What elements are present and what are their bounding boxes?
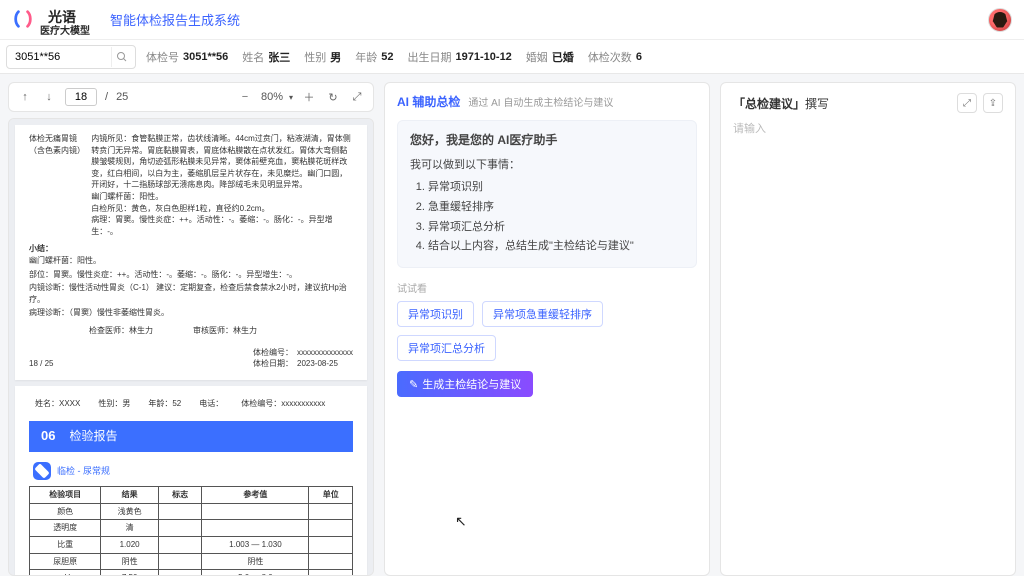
page-footer: 18 / 25 体检编号：xxxxxxxxxxxxxx 体检日期：2023-08… [29,347,353,370]
table-row: 比重1.0201.003 — 1.030 [30,536,353,553]
ai-header: AI 辅助总检 通过 AI 自动生成主检结论与建议 [397,93,697,110]
logo-icon [12,8,34,30]
cursor-icon: ↖ [455,513,467,530]
ai-title: AI 辅助总检 [397,93,460,110]
zoom-value: 80%▾ [261,91,293,103]
list-item: 异常项识别 [428,178,684,198]
table-header: 检验项目 [30,487,101,504]
summary-line: 部位：胃窦。慢性炎症：++。活动性：-。萎缩：-。肠化：-。异型增生：-。 [29,269,353,281]
page-total: 25 [116,91,128,103]
search-box[interactable] [6,45,136,69]
chevron-down-icon[interactable]: ▾ [289,93,293,102]
suggestion-chip[interactable]: 异常项急重缓轻排序 [482,301,603,327]
document-column: ↑ ↓ / 25 − 80%▾ ＋ ↻ ⤢ 体检无痛胃镜（含色素内镜） 内镜所见… [8,82,374,576]
main-layout: ↑ ↓ / 25 − 80%▾ ＋ ↻ ⤢ 体检无痛胃镜（含色素内镜） 内镜所见… [0,74,1024,576]
field-count: 体检次数6 [584,49,646,65]
zoom-in-icon[interactable]: ＋ [301,89,317,105]
doctor-signature: 检查医师：林生力 审核医师：林生力 [89,325,353,337]
logo: 光语 医疗大模型 [12,2,90,36]
summary-line: 病理诊断：（胃窦）慢性非萎缩性胃炎。 [29,307,353,319]
search-input[interactable] [15,51,111,63]
editor-title: 「总检建议」撰写 [733,95,829,112]
magic-icon: ✎ [409,378,418,391]
table-header: 单位 [309,487,353,504]
editor-column: 「总检建议」撰写 ⤢ ⇪ [720,82,1016,576]
summary-line: 幽门螺杆菌：阳性。 [29,255,353,267]
list-item: 急重缓轻排序 [428,198,684,218]
suggestion-chips: 异常项识别异常项急重缓轻排序异常项汇总分析 [397,301,697,361]
doc-page-19: 姓名：XXXX 性别：男 年龄：52 电话： 体检编号：xxxxxxxxxxx … [15,386,367,576]
table-row: 透明度清 [30,520,353,537]
page-input[interactable] [65,88,97,106]
ai-hello: 您好，我是您的 AI医疗助手 [410,131,684,148]
patient-summary-line: 姓名：XXXX 性别：男 年龄：52 电话： 体检编号：xxxxxxxxxxx [35,398,353,410]
table-header: 结果 [101,487,158,504]
ai-cando: 我可以做到以下事情： [410,156,684,172]
generate-conclusion-button[interactable]: ✎ 生成主检结论与建议 [397,371,533,397]
app-header: 光语 医疗大模型 智能体检报告生成系统 [0,0,1024,40]
document-viewport[interactable]: 体检无痛胃镜（含色素内镜） 内镜所见：食管黏膜正常，齿状线清晰。44cm过贲门，… [8,118,374,576]
table-header: 参考值 [202,487,309,504]
table-row: pH7.505.0 — 8.0 [30,570,353,576]
list-item: 异常项汇总分析 [428,218,684,238]
page-down-icon[interactable]: ↓ [41,89,57,105]
field-report-no: 体检号3051**56 [142,49,232,65]
page-up-icon[interactable]: ↑ [17,89,33,105]
table-row: 颜色浅黄色 [30,503,353,520]
summary-heading: 小结： [29,243,353,255]
expand-editor-icon[interactable]: ⤢ [957,93,977,113]
export-icon[interactable]: ⇪ [983,93,1003,113]
ai-capability-list: 异常项识别急重缓轻排序异常项汇总分析结合以上内容，总结生成"主检结论与建议" [428,178,684,257]
suggestion-chip[interactable]: 异常项识别 [397,301,474,327]
lab-table: 检验项目结果标志参考值单位 颜色浅黄色透明度清比重1.0201.003 — 1.… [29,486,353,576]
report-section-banner: 06 检验报告 [29,421,353,452]
avatar[interactable] [988,8,1012,32]
lab-icon [33,462,51,480]
logo-text: 光语 医疗大模型 [40,2,90,36]
field-dob: 出生日期1971-10-12 [404,49,516,65]
section-label: 体检无痛胃镜（含色素内镜） [29,133,89,156]
ai-subtitle: 通过 AI 自动生成主检结论与建议 [468,94,613,109]
summary-line: 内镜诊断：慢性活动性胃炎（C-1） 建议：定期复查，检查后禁食禁水2小时，建议抗… [29,282,353,305]
ai-assist-column: AI 辅助总检 通过 AI 自动生成主检结论与建议 您好，我是您的 AI医疗助手… [384,82,710,576]
expand-icon[interactable]: ⤢ [349,89,365,105]
app-title: 智能体检报告生成系统 [110,10,240,29]
search-icon[interactable] [111,47,131,67]
section-body: 内镜所见：食管黏膜正常，齿状线清晰。44cm过贲门，粘液湖清，胃体侧转贲门无异常… [91,133,351,237]
suggestion-chip[interactable]: 异常项汇总分析 [397,335,496,361]
field-sex: 性别男 [300,49,345,65]
field-marital: 婚姻已婚 [522,49,578,65]
doc-toolbar: ↑ ↓ / 25 − 80%▾ ＋ ↻ ⤢ [8,82,374,112]
editor-header: 「总检建议」撰写 ⤢ ⇪ [733,93,1003,113]
lab-section-chip: 临检 - 尿常规 [33,462,353,480]
field-name: 姓名张三 [238,49,294,65]
doc-page-18: 体检无痛胃镜（含色素内镜） 内镜所见：食管黏膜正常，齿状线清晰。44cm过贲门，… [15,125,367,380]
try-label: 试试看 [397,280,697,295]
ai-intro-card: 您好，我是您的 AI医疗助手 我可以做到以下事情： 异常项识别急重缓轻排序异常项… [397,120,697,268]
table-header: 标志 [158,487,202,504]
list-item: 结合以上内容，总结生成"主检结论与建议" [428,237,684,257]
conclusion-input[interactable] [733,121,1003,137]
zoom-out-icon[interactable]: − [237,89,253,105]
patient-info-bar: 体检号3051**56 姓名张三 性别男 年龄52 出生日期1971-10-12… [0,40,1024,74]
page-sep: / [105,91,108,103]
table-row: 尿胆原阴性阴性 [30,553,353,570]
page-number: 18 / 25 [29,358,53,370]
rotate-icon[interactable]: ↻ [325,89,341,105]
field-age: 年龄52 [351,49,397,65]
